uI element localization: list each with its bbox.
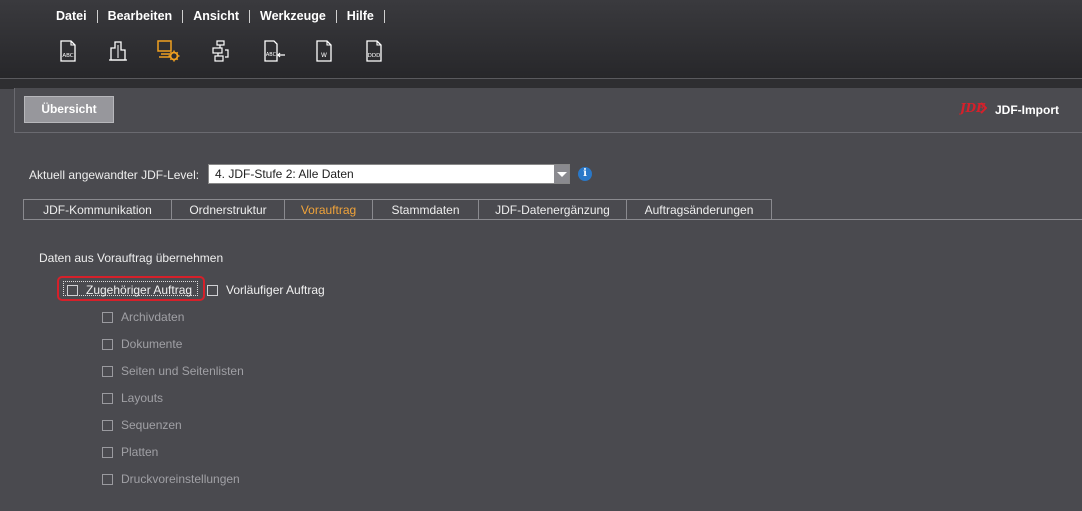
overview-tab[interactable]: Übersicht xyxy=(24,96,114,123)
menu-datei[interactable]: Datei xyxy=(46,9,97,23)
checkbox xyxy=(102,446,113,458)
menu-bearbeiten[interactable]: Bearbeiten xyxy=(98,9,183,23)
checkbox[interactable] xyxy=(67,284,78,296)
tab-ordnerstruktur[interactable]: Ordnerstruktur xyxy=(171,199,285,219)
checkbox-label: Druckvoreinstellungen xyxy=(121,472,240,486)
chevron-down-icon[interactable] xyxy=(554,165,569,183)
svg-text:W: W xyxy=(321,52,327,59)
menu-werkzeuge[interactable]: Werkzeuge xyxy=(250,9,336,23)
jdf-logo-icon: JDF xyxy=(958,100,988,119)
document-ddd-icon[interactable]: DDD xyxy=(362,38,386,64)
tab-jdf-datenergaenzung[interactable]: JDF-Datenergänzung xyxy=(478,199,627,219)
svg-text:ABC: ABC xyxy=(62,53,73,59)
computer-gear-icon[interactable] xyxy=(156,38,180,64)
option-zugehoeriger-auftrag[interactable]: Zugehöriger Auftrag xyxy=(67,283,192,297)
option-druckvoreinstellungen: Druckvoreinstellungen xyxy=(102,472,240,486)
svg-text:ABC: ABC xyxy=(266,52,277,58)
jdf-level-select[interactable]: 4. JDF-Stufe 2: Alle Daten xyxy=(208,164,570,184)
tab-stammdaten[interactable]: Stammdaten xyxy=(372,199,479,219)
jdf-level-value: 4. JDF-Stufe 2: Alle Daten xyxy=(215,167,354,181)
option-vorlaeufiger-auftrag[interactable]: Vorläufiger Auftrag xyxy=(207,283,325,297)
checkbox-label: Zugehöriger Auftrag xyxy=(86,283,193,297)
checkbox xyxy=(102,311,113,323)
checkbox xyxy=(102,338,113,350)
document-check-icon[interactable]: W xyxy=(312,38,336,64)
panel-header: Übersicht JDF JDF-Import xyxy=(14,88,1082,133)
module-title: JDF-Import xyxy=(995,102,1059,117)
tab-vorauftrag[interactable]: Vorauftrag xyxy=(284,199,373,219)
checkbox xyxy=(102,473,113,485)
building-icon[interactable] xyxy=(106,38,130,64)
option-platten: Platten xyxy=(102,445,158,459)
checkbox-label: Sequenzen xyxy=(121,418,182,432)
checkbox-label: Platten xyxy=(121,445,159,459)
module-header: JDF JDF-Import xyxy=(958,100,1059,119)
checkbox-label: Dokumente xyxy=(121,337,183,351)
svg-text:DDD: DDD xyxy=(368,53,381,59)
workflow-icon[interactable] xyxy=(209,38,233,64)
tab-jdf-kommunikation[interactable]: JDF-Kommunikation xyxy=(23,199,172,219)
menu-separator xyxy=(383,9,385,23)
checkbox xyxy=(102,365,113,377)
option-sequenzen: Sequenzen xyxy=(102,418,182,432)
menu-hilfe[interactable]: Hilfe xyxy=(337,9,384,23)
tab-bar: JDF-Kommunikation Ordnerstruktur Vorauft… xyxy=(23,199,772,219)
abc-import-icon[interactable]: ABC xyxy=(262,38,286,64)
option-archivdaten: Archivdaten xyxy=(102,310,184,324)
tab-underline xyxy=(23,219,1082,220)
checkbox xyxy=(102,419,113,431)
option-dokumente: Dokumente xyxy=(102,337,182,351)
menu-bar: Datei Bearbeiten Ansicht Werkzeuge Hilfe xyxy=(46,8,385,24)
section-title: Daten aus Vorauftrag übernehmen xyxy=(39,251,224,265)
option-seiten: Seiten und Seitenlisten xyxy=(102,364,244,378)
checkbox xyxy=(102,392,113,404)
tab-auftragsaenderungen[interactable]: Auftragsänderungen xyxy=(626,199,772,219)
checkbox-label: Vorläufiger Auftrag xyxy=(226,283,325,297)
checkbox-label: Layouts xyxy=(121,391,164,405)
checkbox-label: Seiten und Seitenlisten xyxy=(121,364,244,378)
abc-document-icon[interactable]: ABC xyxy=(56,38,80,64)
jdf-level-label: Aktuell angewandter JDF-Level: xyxy=(29,168,200,182)
info-icon[interactable]: i xyxy=(578,167,592,181)
option-layouts: Layouts xyxy=(102,391,163,405)
checkbox-label: Archivdaten xyxy=(121,310,185,324)
top-bar: Datei Bearbeiten Ansicht Werkzeuge Hilfe… xyxy=(0,0,1082,78)
checkbox[interactable] xyxy=(207,284,218,296)
menu-ansicht[interactable]: Ansicht xyxy=(183,9,249,23)
